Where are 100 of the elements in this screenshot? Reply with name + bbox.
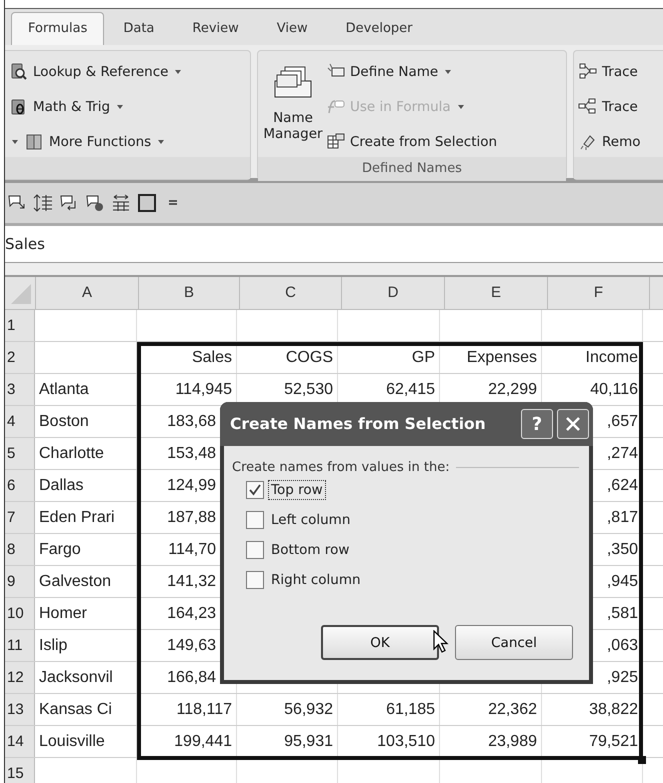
cancel-button[interactable]: Cancel: [455, 625, 573, 660]
ribbon-button[interactable]: Trace: [578, 57, 640, 87]
ribbon-tab[interactable]: Formulas: [11, 12, 104, 45]
row-header[interactable]: 14: [5, 726, 35, 757]
table-cell: 38,822: [589, 701, 638, 718]
table-cell: ,274: [606, 445, 638, 462]
table-cell: GP: [412, 349, 435, 366]
comment-delete-icon[interactable]: [85, 193, 105, 213]
table-cell: ,817: [606, 509, 638, 526]
table-cell: 22,299: [488, 381, 537, 398]
table-cell: 114,70: [168, 541, 216, 558]
row-header[interactable]: 3: [5, 374, 35, 405]
table-cell: Kansas Ci: [39, 701, 112, 718]
checkbox-label[interactable]: Top row: [268, 480, 326, 500]
dialog-title: Create Names from Selection: [230, 415, 487, 433]
ribbon-button[interactable]: Define Name: [326, 57, 498, 87]
table-cell: Fargo: [39, 541, 81, 558]
name-box[interactable]: Sales: [5, 235, 45, 253]
ribbon-tab[interactable]: Review: [173, 13, 258, 45]
close-icon: [564, 415, 582, 433]
row-header[interactable]: 11: [5, 630, 35, 661]
row-header[interactable]: 4: [5, 406, 35, 437]
column-header[interactable]: D: [342, 277, 445, 309]
ribbon-button[interactable]: Create from Selection: [326, 127, 498, 157]
row-header[interactable]: 12: [5, 662, 35, 693]
table-arrows-icon[interactable]: [111, 193, 131, 213]
table-cell: Charlotte: [39, 445, 104, 462]
table-cell: ,063: [606, 637, 638, 654]
table-cell: 114,945: [175, 381, 232, 398]
checkbox[interactable]: [246, 481, 264, 499]
checkbox-label[interactable]: Left column: [268, 510, 354, 530]
cursor-icon: [433, 630, 449, 654]
row-header[interactable]: 9: [5, 566, 35, 597]
column-header[interactable]: E: [445, 277, 548, 309]
column-header[interactable]: F: [548, 277, 650, 309]
table-cell: Eden Prari: [39, 509, 115, 526]
table-cell: ,581: [606, 605, 638, 622]
table-cell: ,925: [606, 669, 638, 686]
fill-handle[interactable]: [638, 756, 646, 764]
table-cell: ,350: [606, 541, 638, 558]
row-header[interactable]: 10: [5, 598, 35, 629]
table-cell: Louisville: [39, 733, 105, 750]
checkbox[interactable]: [246, 511, 264, 529]
close-button[interactable]: [557, 409, 589, 439]
table-cell: 183,68: [167, 413, 216, 430]
table-cell: 124,99: [167, 477, 216, 494]
ribbon-button[interactable]: More Functions: [9, 127, 184, 157]
column-header[interactable]: B: [139, 277, 240, 309]
table-cell: 199,441: [174, 733, 232, 750]
row-header[interactable]: 15: [5, 758, 35, 783]
ribbon-button[interactable]: Lookup & Reference: [9, 57, 184, 87]
checkbox[interactable]: [246, 541, 264, 559]
column-header[interactable]: C: [240, 277, 342, 309]
ok-button[interactable]: OK: [321, 625, 439, 660]
name-manager-button[interactable]: Name Manager: [262, 57, 324, 157]
ribbon-tab[interactable]: Data: [104, 13, 174, 45]
table-cell: Dallas: [39, 477, 84, 494]
table-cell: 118,117: [176, 701, 232, 718]
table-cell: 61,185: [386, 701, 435, 718]
group-title: Defined Names: [362, 161, 462, 176]
ribbon-button[interactable]: Math & Trig: [9, 92, 184, 122]
checkbox-label[interactable]: Bottom row: [268, 540, 352, 560]
help-button[interactable]: ?: [521, 409, 553, 439]
row-header[interactable]: 1: [5, 310, 35, 341]
table-cell: 141,32: [167, 573, 216, 590]
table-cell: 166,84: [167, 669, 216, 686]
checkbox[interactable]: [246, 571, 264, 589]
table-cell: Sales: [192, 349, 232, 366]
square-icon[interactable]: [137, 193, 157, 213]
table-cell: Expenses: [466, 349, 537, 366]
column-header[interactable]: A: [36, 277, 139, 309]
table-cell: Jacksonvil: [39, 669, 113, 686]
row-header[interactable]: 6: [5, 470, 35, 501]
table-cell: 103,510: [377, 733, 435, 750]
row-header[interactable]: 5: [5, 438, 35, 469]
ribbon-tab[interactable]: View: [258, 13, 327, 45]
table-cell: ,945: [606, 573, 638, 590]
row-header[interactable]: 13: [5, 694, 35, 725]
ribbon-tab[interactable]: Developer: [326, 13, 432, 45]
table-cell: 56,932: [284, 701, 333, 718]
table-cell: 149,63: [167, 637, 216, 654]
ribbon-button[interactable]: Remo: [578, 127, 640, 157]
table-cell: 40,116: [590, 381, 638, 398]
table-cell: 79,521: [589, 733, 638, 750]
table-cell: COGS: [286, 349, 333, 366]
table-cell: 164,23: [167, 605, 216, 622]
row-header[interactable]: 2: [5, 342, 35, 373]
table-cell: Homer: [39, 605, 88, 622]
table-cell: 95,931: [284, 733, 333, 750]
checkbox-label[interactable]: Right column: [268, 570, 364, 590]
table-cell: Galveston: [39, 573, 112, 590]
table-cell: Atlanta: [39, 381, 89, 398]
row-header[interactable]: 8: [5, 534, 35, 565]
table-cell: Islip: [39, 637, 68, 654]
row-header[interactable]: 7: [5, 502, 35, 533]
group-label: Create names from values in the:: [232, 460, 450, 475]
table-cell: 23,989: [488, 733, 537, 750]
table-cell: 62,415: [386, 381, 435, 398]
sort-rows-icon[interactable]: [33, 193, 53, 213]
ribbon-button[interactable]: Trace: [578, 92, 640, 122]
